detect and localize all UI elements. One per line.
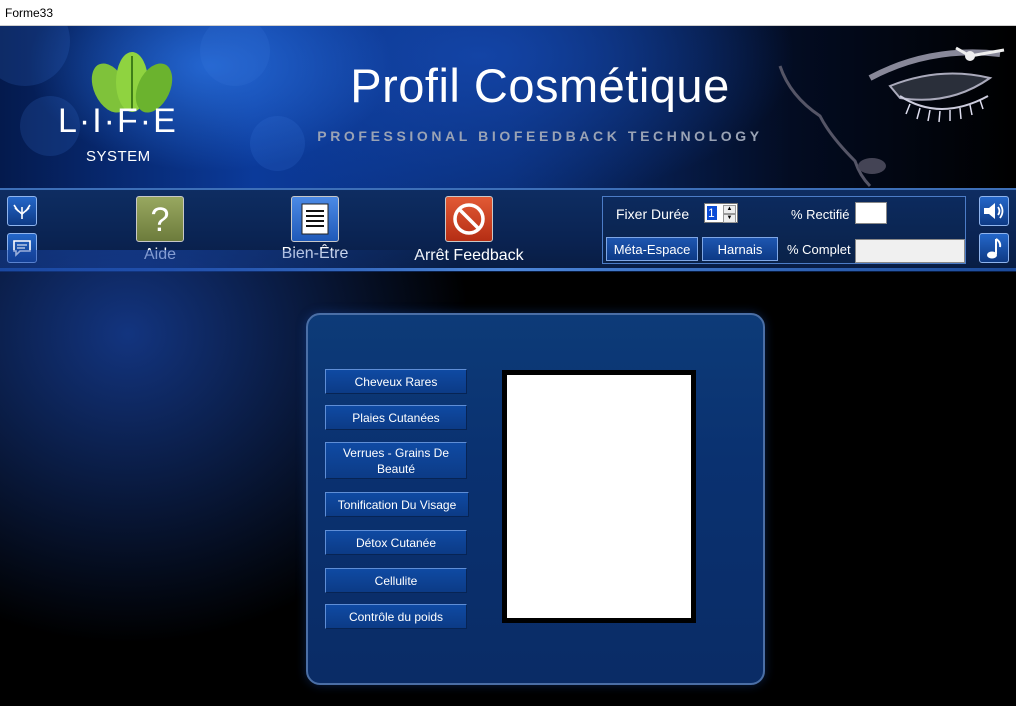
help-icon: ? — [136, 196, 184, 242]
sound-button[interactable] — [979, 196, 1009, 226]
face-illustration — [778, 46, 1005, 188]
signal-icon — [13, 204, 31, 219]
duration-spinner[interactable]: 1 ▲ ▼ — [704, 203, 738, 223]
document-list-icon — [291, 196, 339, 242]
window-title: Forme33 — [0, 0, 1016, 26]
program-button-cellulite[interactable]: Cellulite — [325, 568, 467, 593]
header-banner: L·I·F·E SYSTEM Profil Cosmétique PROFESS… — [0, 26, 1016, 188]
signal-button[interactable] — [7, 196, 37, 226]
spinner-arrows[interactable]: ▲ ▼ — [723, 205, 736, 223]
music-note-icon — [987, 238, 1002, 259]
page-subtitle: PROFESSIONAL BIOFEEDBACK TECHNOLOGY — [317, 128, 763, 144]
program-display-area — [502, 370, 696, 623]
spinner-up-icon[interactable]: ▲ — [723, 205, 736, 214]
stop-icon — [445, 196, 493, 242]
program-button-verrues[interactable]: Verrues - Grains De Beauté — [325, 442, 467, 479]
rectifie-field — [855, 202, 887, 224]
program-button-detox-cutanee[interactable]: Détox Cutanée — [325, 530, 467, 555]
program-button-cheveux-rares[interactable]: Cheveux Rares — [325, 369, 467, 394]
life-system-logo: L·I·F·E SYSTEM — [56, 44, 206, 174]
logo-letters: L·I·F·E — [58, 102, 178, 140]
page-title: Profil Cosmétique — [350, 59, 730, 112]
harnais-button[interactable]: Harnais — [702, 237, 778, 261]
spinner-down-icon[interactable]: ▼ — [723, 214, 736, 223]
app-window: Forme33 L·I·F·E SYSTEM Profil Cosmétique… — [0, 0, 1016, 706]
duration-value[interactable]: 1 — [707, 206, 717, 220]
program-button-tonification-visage[interactable]: Tonification Du Visage — [325, 492, 469, 517]
session-control-panel: Fixer Durée 1 ▲ ▼ % Rectifié Méta-Espace… — [602, 196, 966, 264]
rectifie-label: % Rectifié — [791, 207, 850, 222]
logo-system-text: SYSTEM — [86, 148, 151, 165]
complet-progress-field — [855, 239, 965, 263]
speaker-icon — [984, 203, 1004, 219]
program-button-plaies-cutanees[interactable]: Plaies Cutanées — [325, 405, 467, 430]
svg-text:?: ? — [151, 202, 170, 236]
decor-bubble — [200, 26, 270, 86]
fixer-duree-label: Fixer Durée — [616, 206, 690, 222]
music-button[interactable] — [979, 233, 1009, 263]
complet-label: % Complet — [787, 242, 851, 257]
meta-espace-button[interactable]: Méta-Espace — [606, 237, 698, 261]
program-button-controle-poids[interactable]: Contrôle du poids — [325, 604, 467, 629]
